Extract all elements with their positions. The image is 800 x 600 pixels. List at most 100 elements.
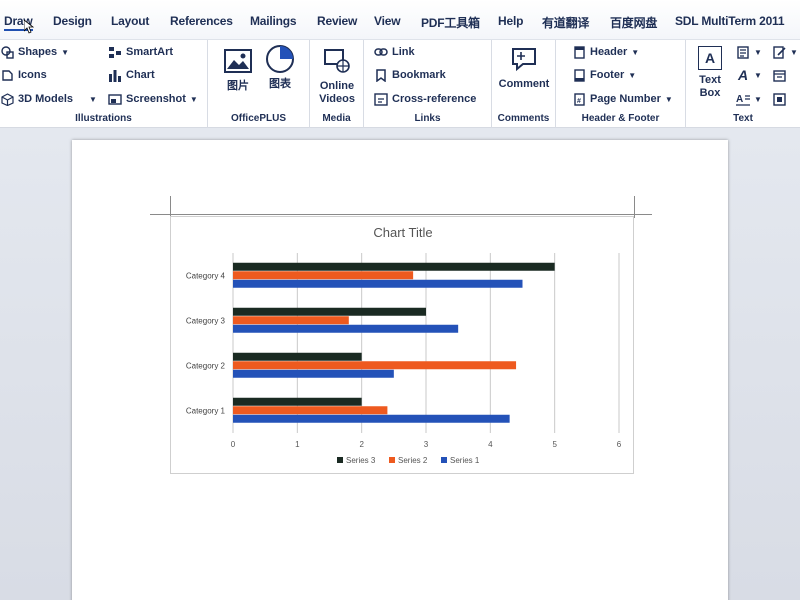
illustrations-label: Illustrations [75,113,132,124]
x-tick-label: 3 [424,440,429,449]
text-box-button[interactable]: A Text Box [692,46,728,100]
tab-help[interactable]: Help [498,14,523,28]
tab-references[interactable]: References [170,14,233,28]
x-tick-label: 2 [359,440,364,449]
legend-swatch [337,457,343,463]
comments-group: Comment Comments [492,40,556,128]
margin-guide-right [634,196,635,218]
wordart-icon: A [737,67,749,83]
legend-swatch [441,457,447,463]
smartart-button[interactable]: SmartArt [108,45,173,59]
chevron-down-icon: ▼ [754,94,762,104]
mouse-cursor-icon [24,20,34,34]
officeplus-group: 图片 图表 OfficePLUS [208,40,310,128]
cross-reference-icon [374,92,388,106]
tab-layout[interactable]: Layout [111,14,149,28]
icons-button[interactable]: Icons [0,68,47,82]
menu-bar: Draw Design Layout References Mailings R… [0,0,800,40]
tab-pdf-toolbox[interactable]: PDF工具箱 [421,14,480,31]
comment-button[interactable]: Comment [496,44,552,91]
insert-object-button[interactable] [772,92,786,106]
chart-title: Chart Title [373,225,432,240]
chevron-down-icon: ▼ [790,47,798,57]
smartart-icon [108,45,122,59]
tab-mailings[interactable]: Mailings [250,14,297,28]
cross-reference-button[interactable]: Cross-reference [374,92,476,106]
tab-baidu-netdisk[interactable]: 百度网盘 [610,14,657,31]
category-label: Category 1 [186,407,226,416]
chevron-down-icon: ▼ [189,94,198,104]
svg-text:A: A [736,94,743,105]
legend-label: Series 1 [450,456,480,465]
margin-guide-top [150,214,652,215]
svg-text:#: # [577,98,581,105]
text-group: A Text Box ▼ A ▼ A ▼ ▼ Text [686,40,800,128]
illustrations-group: Shapes ▼ Icons 3D Models ▼ SmartArt Char… [0,40,208,128]
margin-guide-left [170,196,171,218]
bar [233,271,414,280]
wordart-button[interactable]: A ▼ [736,67,762,83]
3d-models-button[interactable]: 3D Models ▼ [0,92,97,106]
pie-chart-icon [265,44,295,74]
legend-label: Series 2 [398,456,428,465]
officeplus-chart-button[interactable]: 图表 [262,44,298,91]
calendar-icon [772,68,786,82]
link-icon [374,45,388,59]
media-label: Media [322,113,351,124]
screenshot-button[interactable]: Screenshot ▼ [108,92,198,106]
chevron-down-icon: ▼ [628,70,637,80]
bar [233,414,510,423]
bar [233,369,394,378]
bookmark-button[interactable]: Bookmark [374,68,446,82]
signature-line-button[interactable]: ▼ [772,45,798,59]
link-button[interactable]: Link [374,45,415,59]
legend-swatch [389,457,395,463]
chart-object[interactable]: Chart Title 0 1 2 3 4 5 6 Category 1 Category 2 Ca… [170,216,634,474]
footer-button[interactable]: Footer ▼ [572,68,636,82]
3d-cube-icon [0,92,14,106]
header-button[interactable]: Header ▼ [572,45,639,59]
links-label: Links [414,113,441,124]
chevron-down-icon: ▼ [89,94,97,104]
chevron-down-icon: ▼ [754,70,762,80]
header-icon [572,45,586,59]
shapes-button[interactable]: Shapes ▼ [0,45,69,59]
bar [233,361,517,370]
tab-sdl-multiterm[interactable]: SDL MultiTerm 2011 [675,14,785,28]
bar [233,316,349,325]
tab-youdao-translate[interactable]: 有道翻译 [542,14,589,31]
online-videos-button[interactable]: Online Videos [314,46,360,106]
chevron-down-icon: ▼ [754,47,762,57]
page-number-icon: # [572,92,586,106]
quick-parts-button[interactable]: ▼ [736,45,762,59]
bar [233,307,426,316]
chart-button[interactable]: Chart [108,68,155,82]
document-page[interactable]: Chart Title 0 1 2 3 4 5 6 Category 1 Category 2 Ca… [72,140,728,600]
document-area: Chart Title 0 1 2 3 4 5 6 Category 1 Category 2 Ca… [0,128,800,600]
ribbon: Shapes ▼ Icons 3D Models ▼ SmartArt Char… [0,40,800,128]
object-icon [772,92,786,106]
category-label: Category 3 [186,317,226,326]
icons-icon [0,68,14,82]
bar [233,324,459,333]
tab-review[interactable]: Review [317,14,357,28]
officeplus-picture-button[interactable]: 图片 [220,46,256,93]
bar [233,262,555,271]
bookmark-icon [374,68,388,82]
category-label: Category 4 [186,272,226,281]
shapes-icon [0,45,14,59]
text-label: Text [733,113,753,124]
x-tick-label: 4 [488,440,493,449]
drop-cap-button[interactable]: A ▼ [736,92,762,106]
x-tick-label: 0 [231,440,236,449]
date-time-button[interactable] [772,68,786,82]
comments-label: Comments [497,113,550,124]
header-footer-label: Header & Footer [581,113,660,124]
tab-design[interactable]: Design [53,14,92,28]
tab-view[interactable]: View [374,14,401,28]
legend-label: Series 3 [346,456,376,465]
comment-icon [509,44,539,74]
quick-parts-icon [736,45,750,59]
page-number-button[interactable]: # Page Number ▼ [572,92,673,106]
text-box-icon: A [698,46,722,70]
